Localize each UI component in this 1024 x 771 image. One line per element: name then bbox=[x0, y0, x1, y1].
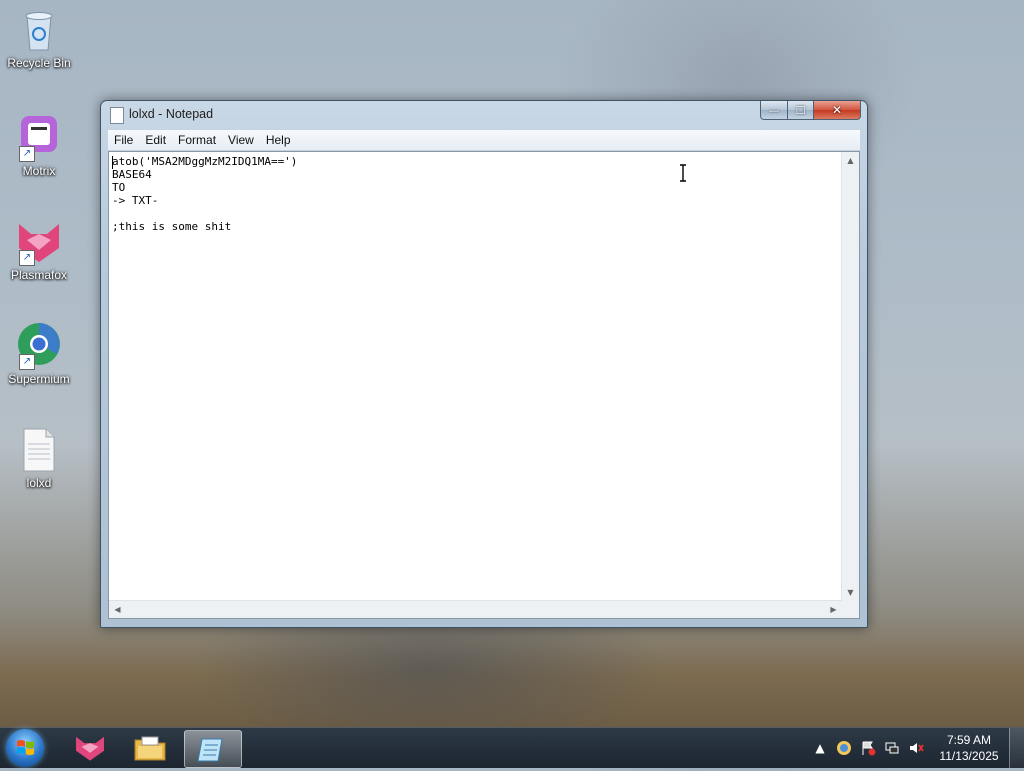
show-hidden-icons-arrow[interactable]: ▲ bbox=[812, 740, 828, 756]
recycle-bin-icon bbox=[15, 6, 63, 54]
text-file-icon bbox=[15, 426, 63, 474]
window-title: lolxd - Notepad bbox=[129, 107, 214, 121]
desktop-icon-motrix[interactable]: ↗ Motrix bbox=[0, 114, 78, 178]
horizontal-scrollbar[interactable]: ◀ ▶ bbox=[109, 600, 842, 618]
motrix-icon: ↗ bbox=[15, 114, 63, 162]
maximize-button[interactable]: ☐ bbox=[788, 101, 814, 120]
network-icon[interactable] bbox=[884, 740, 900, 756]
taskbar-notepad[interactable] bbox=[184, 730, 242, 768]
supermium-icon: ↗ bbox=[15, 322, 63, 370]
desktop-icon-lolxd[interactable]: lolxd bbox=[0, 426, 78, 490]
plasmafox-icon bbox=[76, 736, 104, 761]
menu-edit[interactable]: Edit bbox=[139, 130, 172, 150]
taskbar-plasmafox[interactable] bbox=[62, 730, 118, 766]
start-button[interactable] bbox=[6, 729, 44, 767]
scroll-up-icon[interactable]: ▲ bbox=[842, 152, 859, 169]
shortcut-arrow-icon: ↗ bbox=[19, 146, 35, 162]
volume-muted-icon[interactable] bbox=[908, 740, 924, 756]
taskbar: ▲ 7:59 AM 11/13/2025 bbox=[0, 727, 1024, 768]
close-icon: ✕ bbox=[831, 103, 843, 117]
text-editor[interactable]: atob('MSA2MDggMzM2IDQ1MA==') BASE64 TO -… bbox=[108, 151, 860, 619]
desktop-icon-plasmafox[interactable]: ↗ Plasmafox bbox=[0, 218, 78, 282]
shortcut-arrow-icon: ↗ bbox=[19, 354, 35, 370]
desktop-icon-label: Motrix bbox=[22, 164, 56, 178]
desktop-icon-label: Recycle Bin bbox=[7, 56, 71, 70]
clock-time: 7:59 AM bbox=[946, 733, 992, 747]
clock-date: 11/13/2025 bbox=[939, 749, 999, 763]
menu-bar: File Edit Format View Help bbox=[108, 130, 860, 151]
scroll-left-icon[interactable]: ◀ bbox=[109, 601, 126, 618]
clock[interactable]: 7:59 AM 11/13/2025 bbox=[934, 732, 1004, 764]
scroll-right-icon[interactable]: ▶ bbox=[825, 601, 842, 618]
editor-text[interactable]: atob('MSA2MDggMzM2IDQ1MA==') BASE64 TO -… bbox=[112, 155, 839, 598]
vertical-scrollbar[interactable]: ▲ ▼ bbox=[841, 152, 859, 601]
menu-file[interactable]: File bbox=[108, 130, 139, 150]
network-globe-icon[interactable] bbox=[836, 740, 852, 756]
desktop-icon-label: Supermium bbox=[8, 372, 70, 386]
notepad-icon bbox=[110, 107, 124, 124]
menu-view[interactable]: View bbox=[222, 130, 260, 150]
menu-help[interactable]: Help bbox=[260, 130, 297, 150]
desktop-icon-supermium[interactable]: ↗ Supermium bbox=[0, 322, 78, 386]
windows-logo-icon bbox=[17, 740, 34, 755]
menu-format[interactable]: Format bbox=[172, 130, 222, 150]
show-desktop-button[interactable] bbox=[1009, 728, 1024, 768]
text-caret bbox=[112, 156, 113, 169]
notepad-icon bbox=[197, 738, 223, 762]
system-tray: ▲ bbox=[812, 728, 924, 768]
notepad-window: lolxd - Notepad — ☐ ✕ File Edit Format V… bbox=[100, 100, 868, 628]
title-bar[interactable]: lolxd - Notepad — ☐ ✕ bbox=[101, 101, 867, 129]
scroll-down-icon[interactable]: ▼ bbox=[842, 584, 859, 601]
minimize-button[interactable]: — bbox=[760, 101, 788, 120]
taskbar-file-explorer[interactable] bbox=[122, 730, 178, 766]
desktop-icon-recycle-bin[interactable]: Recycle Bin bbox=[0, 6, 78, 70]
resize-grip-icon[interactable] bbox=[842, 601, 859, 618]
desktop-icon-label: Plasmafox bbox=[10, 268, 68, 282]
desktop-icon-label: lolxd bbox=[26, 476, 52, 490]
shortcut-arrow-icon: ↗ bbox=[19, 250, 35, 266]
close-button[interactable]: ✕ bbox=[814, 101, 861, 120]
ibeam-cursor-icon bbox=[680, 164, 686, 182]
minimize-icon: — bbox=[768, 103, 780, 117]
caption-buttons: — ☐ ✕ bbox=[760, 101, 861, 120]
maximize-icon: ☐ bbox=[795, 103, 806, 117]
file-explorer-icon bbox=[134, 736, 166, 761]
action-center-flag-icon[interactable] bbox=[860, 740, 876, 756]
plasmafox-icon: ↗ bbox=[15, 218, 63, 266]
